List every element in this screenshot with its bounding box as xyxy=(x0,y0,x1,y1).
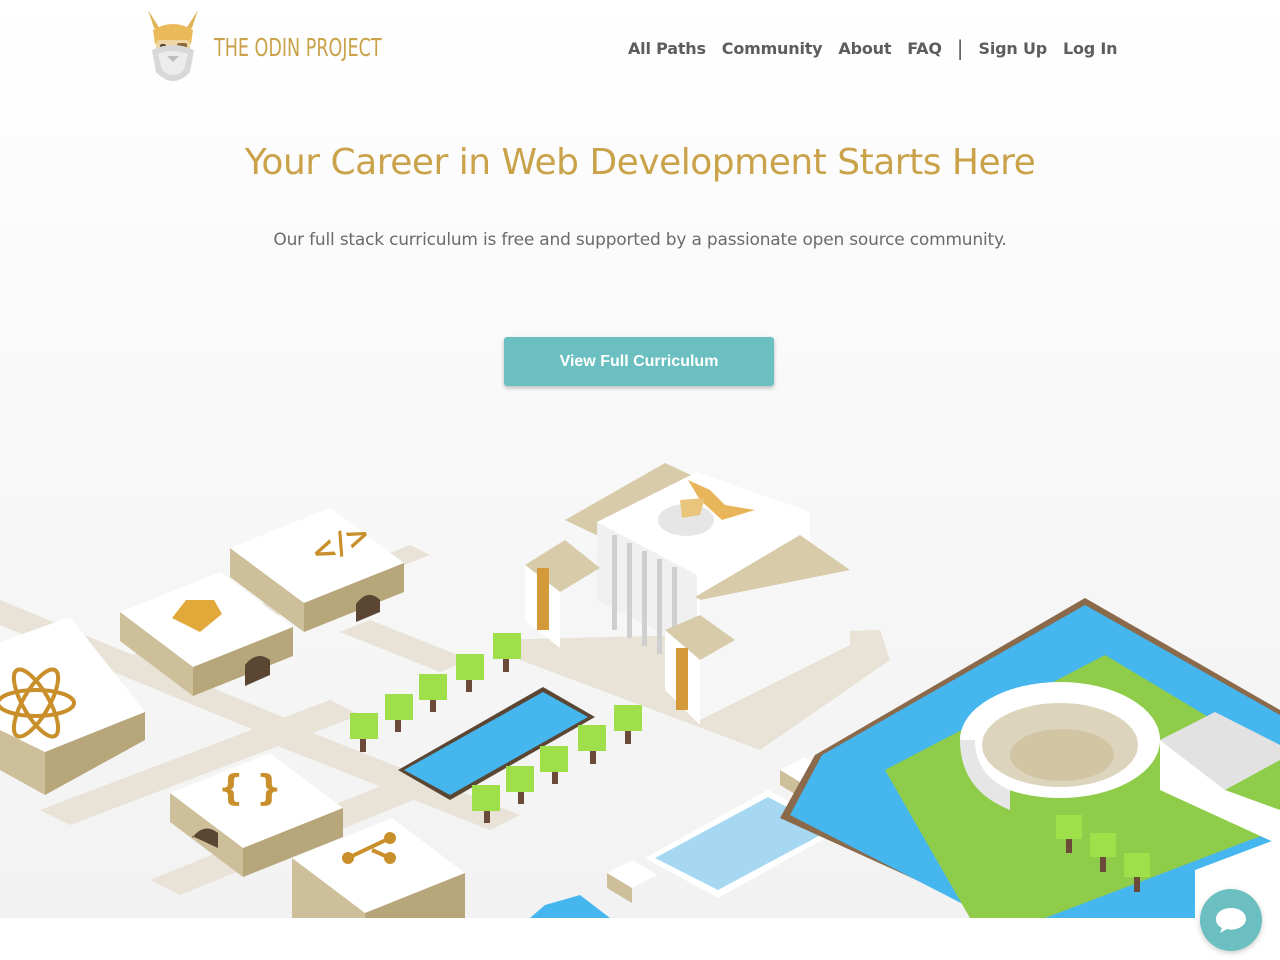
building-react xyxy=(0,617,145,795)
logo-text: THE ODIN PROJECT xyxy=(214,32,382,62)
main-nav: All Paths Community About FAQ | Sign Up … xyxy=(620,36,1125,60)
hero-section: THE ODIN PROJECT All Paths Community Abo… xyxy=(0,0,1280,918)
tree xyxy=(350,713,378,752)
tree xyxy=(456,654,484,692)
isometric-city-illustration: </> { } xyxy=(0,463,1280,918)
tree xyxy=(614,705,642,744)
curly-braces-icon: { } xyxy=(218,768,282,809)
tree xyxy=(385,694,413,732)
tree xyxy=(493,633,521,672)
tree xyxy=(578,725,606,764)
tree xyxy=(506,766,534,804)
pool-left xyxy=(398,687,595,800)
nav-faq[interactable]: FAQ xyxy=(899,39,949,58)
page-subtitle: Our full stack curriculum is free and su… xyxy=(273,230,1007,250)
nav-all-paths[interactable]: All Paths xyxy=(620,39,714,58)
chat-button[interactable] xyxy=(1200,889,1262,951)
logo-link[interactable]: THE ODIN PROJECT xyxy=(144,10,429,84)
nav-about[interactable]: About xyxy=(830,39,899,58)
view-curriculum-button[interactable]: View Full Curriculum xyxy=(504,337,774,386)
nav-sign-up[interactable]: Sign Up xyxy=(971,39,1055,58)
nav-separator: | xyxy=(956,36,964,60)
tree xyxy=(540,746,568,784)
tree xyxy=(419,674,447,712)
nav-community[interactable]: Community xyxy=(714,39,831,58)
chat-bubble-icon xyxy=(1216,908,1246,933)
nav-log-in[interactable]: Log In xyxy=(1055,39,1125,58)
page-title: Your Career in Web Development Starts He… xyxy=(244,142,1036,183)
odin-logo-icon xyxy=(148,10,198,81)
